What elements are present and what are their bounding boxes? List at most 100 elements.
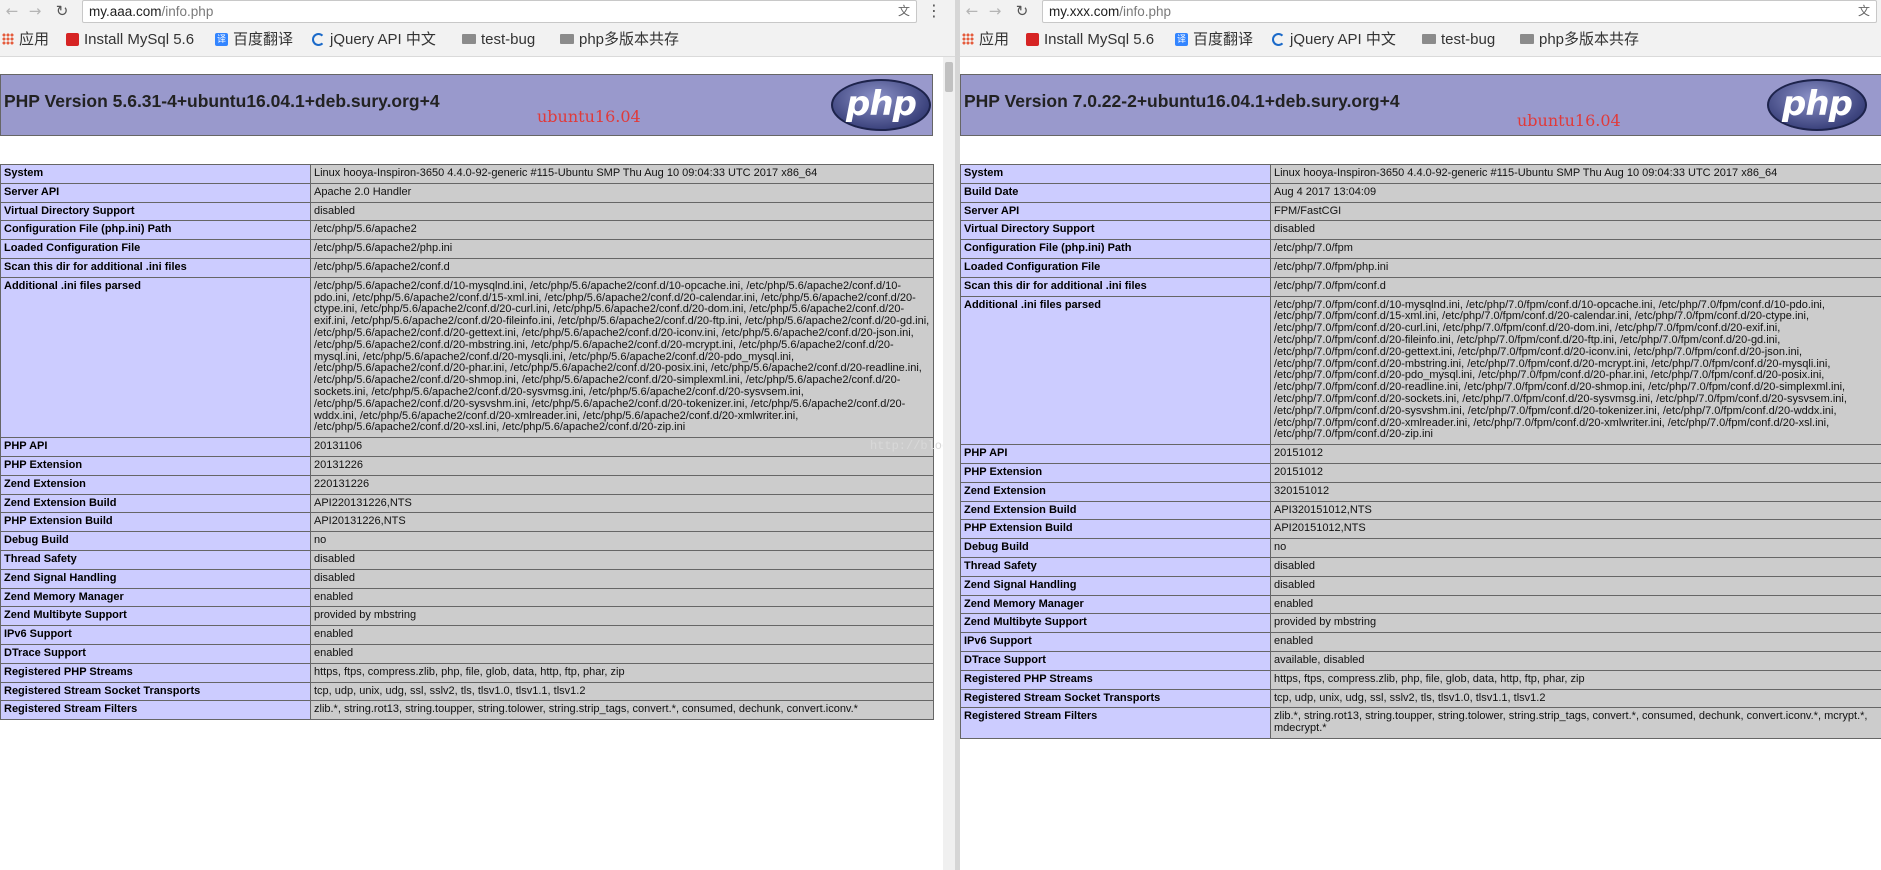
page-title: PHP Version 7.0.22-2+ubuntu16.04.1+deb.s…: [964, 91, 1400, 111]
bookmark-jquery-api[interactable]: jQuery API 中文: [1272, 23, 1396, 56]
table-row-php-extension-build: PHP Extension Build API20151012,NTS: [960, 519, 1881, 540]
row-value: enabled: [1270, 594, 1881, 615]
php-logo: php: [1767, 79, 1867, 131]
translate-icon[interactable]: 文: [898, 1, 910, 22]
row-key: Zend Extension: [960, 481, 1271, 502]
row-value: API20151012,NTS: [1270, 519, 1881, 540]
table-row-server-api: Server API FPM/FastCGI: [960, 201, 1881, 222]
row-value: disabled: [1270, 220, 1881, 241]
row-key: System: [0, 164, 311, 184]
bookmarks-bar: 应用 Install MySql 5.6 译百度翻译 jQuery API 中文…: [0, 23, 955, 57]
table-row-dtrace-support: DTrace Support available, disabled: [960, 650, 1881, 671]
address-bar[interactable]: my.aaa.com/info.php 文: [82, 0, 917, 23]
bookmark-baidu-translate[interactable]: 译百度翻译: [1175, 23, 1253, 56]
row-value: enabled: [310, 625, 934, 645]
address-bar[interactable]: my.xxx.com/info.php 文: [1042, 0, 1877, 23]
browser-window-left: ← → ↻ my.aaa.com/info.php 文 ⋮ 应用 Install…: [0, 0, 955, 870]
row-key: Build Date: [960, 182, 1271, 203]
table-row-debug-build: Debug Build no: [960, 538, 1881, 558]
page-content: PHP Version 7.0.22-2+ubuntu16.04.1+deb.s…: [960, 57, 1881, 870]
mysql-icon: [66, 32, 79, 46]
table-row-registered-php-streams: Registered PHP Streams https, ftps, compr…: [0, 662, 934, 683]
table-row-php-extension-build: PHP Extension Build API20131226,NTS: [0, 512, 934, 533]
table-row-configuration-file-php-ini-path: Configuration File (php.ini) Path/etc/ph…: [0, 220, 934, 241]
forward-arrow-icon[interactable]: →: [985, 1, 1005, 21]
row-key: Debug Build: [0, 531, 311, 551]
bookmark-test-bug[interactable]: test-bug: [462, 23, 535, 56]
mysql-icon: [1026, 32, 1039, 46]
row-value: /etc/php/7.0/fpm/conf.d/10-mysqlnd.ini, …: [1270, 295, 1881, 446]
menu-kebab-icon[interactable]: ⋮: [926, 0, 942, 22]
annotation-note: ubuntu16.04: [537, 107, 641, 126]
bookmark-test-bug[interactable]: test-bug: [1422, 23, 1495, 56]
scrollbar[interactable]: [943, 57, 955, 870]
row-value: 20131226: [310, 455, 934, 476]
scrollbar-thumb[interactable]: [945, 62, 953, 92]
reload-icon[interactable]: ↻: [52, 1, 72, 21]
row-value: /etc/php/7.0/fpm/php.ini: [1270, 257, 1881, 278]
table-row-debug-build: Debug Build no: [0, 531, 934, 551]
row-key: Loaded Configuration File: [0, 239, 311, 259]
row-key: Virtual Directory Support: [960, 220, 1271, 241]
bookmark-apps[interactable]: 应用: [962, 23, 1009, 56]
table-row-registered-stream-socket-transports: Registered Stream Socket Transports tcp, …: [960, 688, 1881, 709]
back-arrow-icon[interactable]: ←: [962, 1, 982, 21]
row-value: disabled: [310, 568, 934, 589]
browser-window-right: ← → ↻ my.xxx.com/info.php 文 应用 Install M…: [960, 0, 1881, 870]
url-path: /info.php: [161, 4, 214, 19]
bookmark-php-versions[interactable]: php多版本共存: [1520, 23, 1639, 56]
table-row-thread-safety: Thread Safety disabled: [0, 549, 934, 570]
table-row-additional-ini-files-parsed: Additional .ini files parsed/etc/php/7.0…: [960, 295, 1881, 446]
row-value: enabled: [310, 587, 934, 608]
row-key: Loaded Configuration File: [960, 257, 1271, 278]
row-key: Registered PHP Streams: [960, 669, 1271, 690]
bookmark-jquery-api[interactable]: jQuery API 中文: [312, 23, 436, 56]
row-key: Zend Extension Build: [960, 500, 1271, 521]
bookmark-install-mysql[interactable]: Install MySql 5.6: [1026, 23, 1154, 56]
row-value: /etc/php/7.0/fpm/conf.d: [1270, 276, 1881, 297]
baidu-icon: 译: [1175, 32, 1188, 46]
row-value: FPM/FastCGI: [1270, 201, 1881, 222]
bookmark-php-versions[interactable]: php多版本共存: [560, 23, 679, 56]
row-key: PHP Extension: [0, 455, 311, 476]
row-value: disabled: [1270, 556, 1881, 577]
row-value: disabled: [310, 549, 934, 570]
row-key: Configuration File (php.ini) Path: [960, 239, 1271, 259]
url-host: my.xxx.com: [1049, 4, 1120, 19]
php-logo: php: [831, 79, 931, 131]
table-row-registered-php-streams: Registered PHP Streams https, ftps, compr…: [960, 669, 1881, 690]
table-row-registered-stream-socket-transports: Registered Stream Socket Transports tcp, …: [0, 681, 934, 702]
row-key: Thread Safety: [0, 549, 311, 570]
translate-icon[interactable]: 文: [1858, 1, 1870, 22]
row-value: https, ftps, compress.zlib, php, file, g…: [1270, 669, 1881, 690]
row-key: Registered Stream Socket Transports: [0, 681, 311, 702]
php-header: PHP Version 7.0.22-2+ubuntu16.04.1+deb.s…: [960, 74, 1881, 136]
table-row-server-api: Server API Apache 2.0 Handler: [0, 182, 934, 203]
row-value: API220131226,NTS: [310, 493, 934, 514]
row-key: Server API: [0, 182, 311, 203]
row-value: /etc/php/5.6/apache2: [310, 220, 934, 241]
reload-icon[interactable]: ↻: [1012, 1, 1032, 21]
row-key: IPv6 Support: [960, 632, 1271, 652]
folder-icon: [1520, 34, 1534, 45]
table-row-virtual-directory-support: Virtual Directory Support disabled: [0, 201, 934, 222]
bookmark-install-mysql[interactable]: Install MySql 5.6: [66, 23, 194, 56]
row-key: Registered Stream Socket Transports: [960, 688, 1271, 709]
bookmark-apps[interactable]: 应用: [2, 23, 49, 56]
table-row-php-api: PHP API 20151012: [960, 444, 1881, 464]
table-row-zend-memory-manager: Zend Memory Manager enabled: [0, 587, 934, 608]
browser-toolbar: ← → ↻ my.aaa.com/info.php 文 ⋮: [0, 0, 955, 23]
row-value: available, disabled: [1270, 650, 1881, 671]
jquery-icon: [1272, 32, 1285, 46]
forward-arrow-icon[interactable]: →: [25, 1, 45, 21]
row-value: zlib.*, string.rot13, string.toupper, st…: [1270, 707, 1881, 739]
table-row-loaded-configuration-file: Loaded Configuration File/etc/php/7.0/fp…: [960, 257, 1881, 278]
table-row-configuration-file-php-ini-path: Configuration File (php.ini) Path/etc/ph…: [960, 239, 1881, 259]
row-key: Zend Multibyte Support: [0, 606, 311, 627]
folder-icon: [1422, 34, 1436, 45]
bookmark-baidu-translate[interactable]: 译百度翻译: [215, 23, 293, 56]
table-row-thread-safety: Thread Safety disabled: [960, 556, 1881, 577]
row-key: Debug Build: [960, 538, 1271, 558]
back-arrow-icon[interactable]: ←: [2, 1, 22, 21]
table-row-scan-this-dir-for-additional-ini-files: Scan this dir for additional .ini files /…: [960, 276, 1881, 297]
